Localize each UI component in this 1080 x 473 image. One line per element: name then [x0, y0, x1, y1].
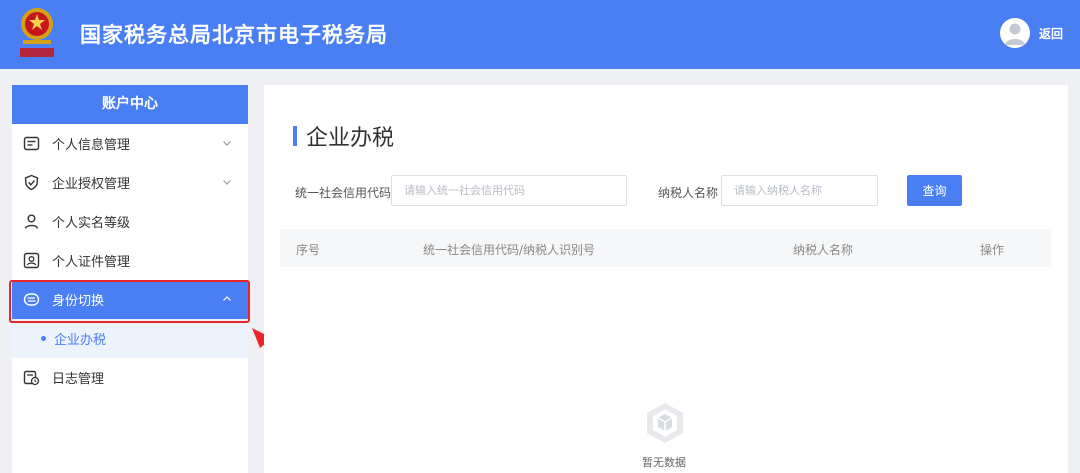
sidebar-item-id-documents[interactable]: 个人证件管理: [12, 241, 248, 280]
tax-emblem-icon: [20, 8, 54, 57]
sidebar: 账户中心 个人信息管理 企业授权管理 个人实名等级 个人证件管理 身份切换 企业…: [12, 85, 248, 473]
page-title: 企业办税: [293, 120, 394, 152]
sidebar-subitem-label: 企业办税: [54, 333, 107, 348]
sidebar-subitem-enterprise-tax[interactable]: 企业办税: [12, 319, 248, 358]
back-link[interactable]: 返回: [1039, 25, 1063, 42]
shield-check-icon: [23, 174, 40, 191]
empty-state-text: 暂无数据: [642, 456, 686, 469]
empty-box-icon: [647, 403, 683, 443]
sidebar-item-label: 个人证件管理: [52, 255, 131, 270]
credit-code-label: 统一社会信用代码: [295, 186, 392, 200]
title-accent-bar: [293, 126, 297, 146]
calendar-log-icon: [23, 369, 40, 386]
profile-card-icon: [23, 135, 40, 152]
credit-code-input[interactable]: [391, 175, 627, 206]
chevron-down-icon: [223, 141, 231, 146]
sidebar-item-personal-info[interactable]: 个人信息管理: [12, 124, 248, 163]
column-header-actions: 操作: [980, 243, 1005, 257]
app-title: 国家税务总局北京市电子税务局: [80, 23, 388, 47]
table-header: 序号 统一社会信用代码/纳税人识别号 纳税人名称 操作: [280, 229, 1051, 267]
query-button[interactable]: 查询: [907, 175, 962, 206]
sidebar-item-label: 个人信息管理: [52, 138, 131, 153]
sidebar-item-realname-level[interactable]: 个人实名等级: [12, 202, 248, 241]
taxpayer-name-label: 纳税人名称: [658, 186, 719, 200]
top-header: 国家税务总局北京市电子税务局 返回: [0, 0, 1080, 69]
column-header-credit-code: 统一社会信用代码/纳税人识别号: [423, 243, 596, 257]
id-card-icon: [23, 252, 40, 269]
bullet-dot-icon: [41, 336, 46, 341]
column-header-index: 序号: [296, 243, 321, 257]
sidebar-item-label: 企业授权管理: [52, 177, 131, 192]
sidebar-item-label: 个人实名等级: [52, 216, 131, 231]
sidebar-title: 账户中心: [12, 85, 248, 124]
sidebar-item-log-management[interactable]: 日志管理: [12, 358, 248, 397]
column-header-taxpayer-name: 纳税人名称: [793, 243, 854, 257]
page-title-text: 企业办税: [306, 126, 395, 151]
taxpayer-name-input[interactable]: [721, 175, 878, 206]
highlight-box: [9, 280, 250, 323]
chevron-down-icon: [223, 180, 231, 185]
sidebar-item-enterprise-auth[interactable]: 企业授权管理: [12, 163, 248, 202]
sidebar-item-label: 日志管理: [52, 372, 105, 387]
main-panel: 企业办税 统一社会信用代码 纳税人名称 查询 序号 统一社会信用代码/纳税人识别…: [264, 85, 1068, 473]
user-avatar-icon[interactable]: [1000, 18, 1030, 48]
user-level-icon: [23, 213, 40, 230]
